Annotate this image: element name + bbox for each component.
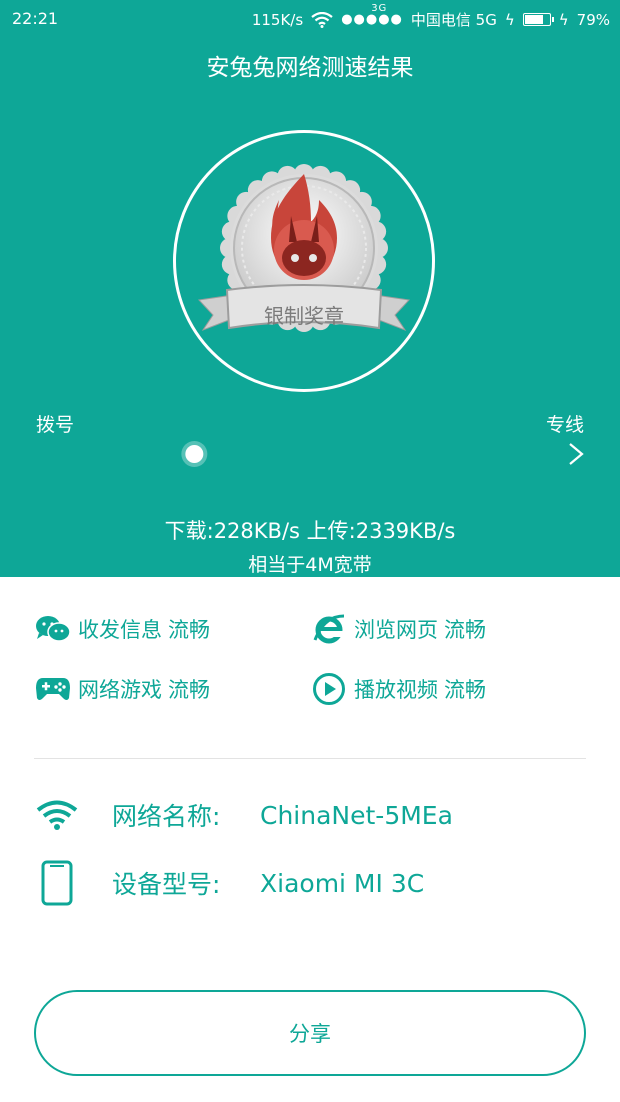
ie-browser-icon [310,612,348,646]
signal-icon: ●●●●● 3G [341,3,403,27]
network-name-value: ChinaNet-5MEa [260,800,453,830]
wifi-icon [311,11,333,28]
feature-browsing: 浏览网页 流畅 [310,612,486,646]
feature-messaging: 收发信息 流畅 [34,612,210,646]
svg-text:银制奖章: 银制奖章 [264,304,344,328]
bandwidth-equivalent: 相当于4M宽带 [248,554,372,576]
speed-marker [185,445,204,463]
speed-scale [36,441,584,467]
charging-icon: ϟ [558,10,569,29]
battery-percent: 79% [576,10,610,29]
speed-result: 下载:228KB/s 上传:2339KB/s [164,519,456,543]
network-name-label: 网络名称: [112,802,221,831]
share-button[interactable]: 分享 [34,990,586,1076]
share-button-label: 分享 [289,1022,331,1046]
carrier: 中国电信 5G [410,11,497,29]
status-time: 22:21 [12,9,59,28]
scale-right-label: 专线 [545,414,584,436]
play-icon [310,672,348,706]
charging-icon: ϟ [504,10,515,29]
feature-video: 播放视频 流畅 [310,672,486,706]
feature-gaming: 网络游戏 流畅 [34,672,210,706]
phone-icon [34,860,80,906]
status-bar: 22:21 115K/s ●●●●● 3G 中国电信 5G ϟ ϟ 79% [0,0,620,36]
device-model-label: 设备型号: [112,870,221,899]
device-model-value: Xiaomi MI 3C [260,868,425,898]
gamepad-icon [34,672,72,706]
net-speed: 115K/s [251,10,304,29]
network-name-row: 网络名称: ChinaNet-5MEa [0,798,620,832]
section-divider [34,758,586,759]
device-model-row: 设备型号: Xiaomi MI 3C [0,860,620,906]
battery-icon [522,13,554,26]
scale-left-label: 拨号 [36,414,75,436]
silver-medal-badge: 银制奖章 [197,164,411,332]
wechat-icon [34,612,72,646]
status-right: 115K/s ●●●●● 3G 中国电信 5G ϟ ϟ 79% [251,3,610,30]
page-title: 安兔兔网络测速结果 [206,55,414,81]
wifi-icon [34,799,80,831]
